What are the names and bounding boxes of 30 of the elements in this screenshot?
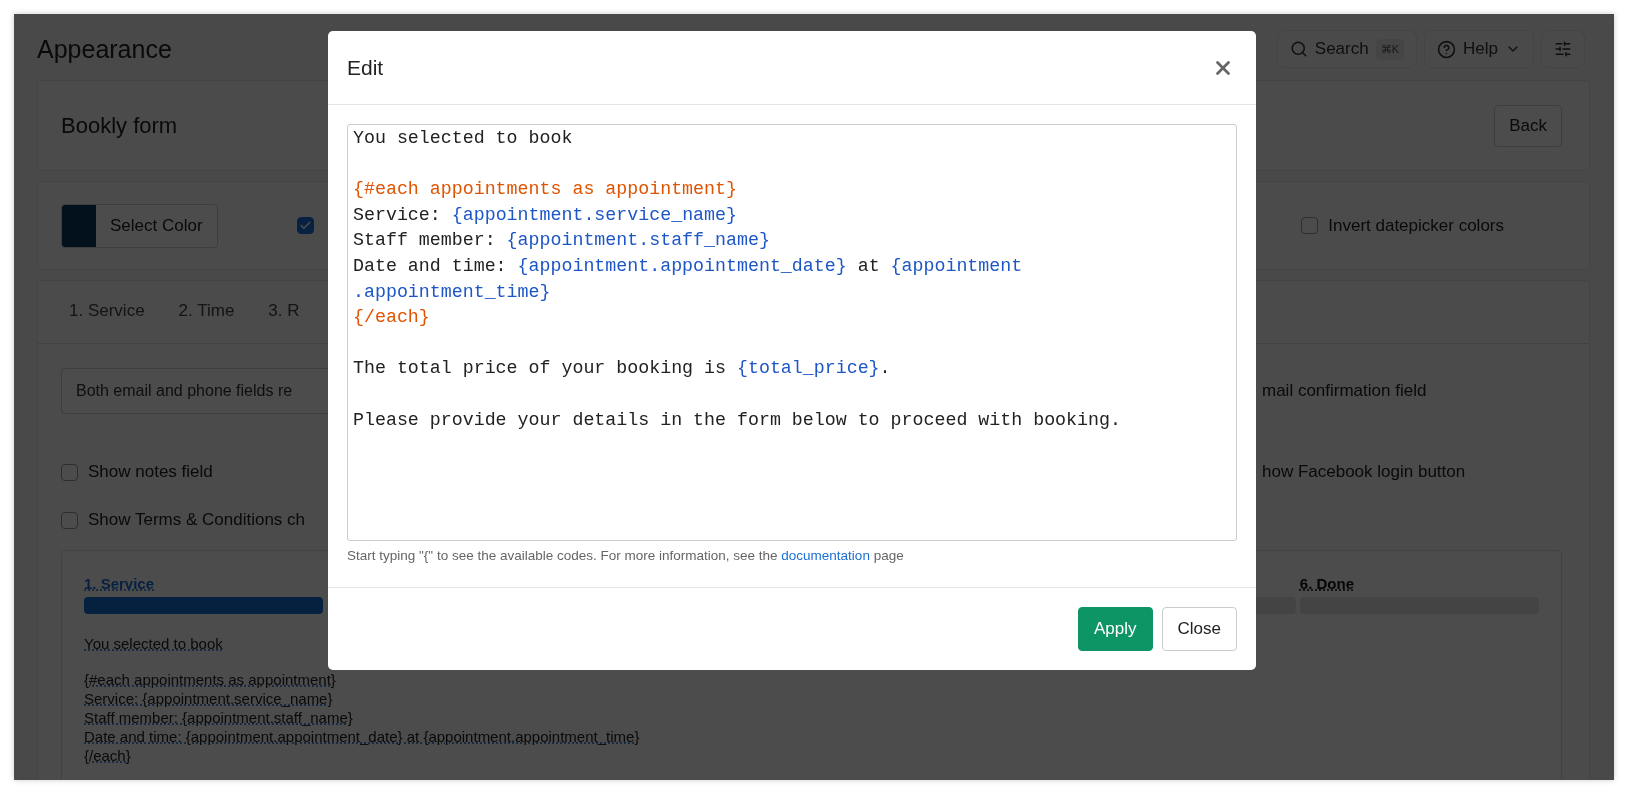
documentation-link[interactable]: documentation	[781, 548, 870, 563]
option-label: mail confirmation field	[1262, 381, 1427, 400]
close-button[interactable]: Close	[1161, 607, 1237, 651]
card-title: Bookly form	[61, 112, 178, 139]
checkbox-label: Show notes field	[88, 462, 213, 482]
option-label: how Facebook login button	[1262, 462, 1466, 481]
editor-line: Please provide your details in the form below to proceed with booking.	[353, 409, 1121, 430]
editor-line: .appointment_time}	[353, 281, 551, 302]
editor-line: {#each appointments as appointment}	[353, 179, 737, 200]
preview-text: Service: {appointment.service_name}	[84, 690, 333, 707]
checkbox-label: Show Terms & Conditions ch	[88, 510, 305, 530]
preview-text: You selected to book	[84, 635, 223, 652]
editor-line: You selected to book	[353, 128, 573, 148]
apply-button[interactable]: Apply	[1078, 607, 1153, 651]
preview-text: {/each}	[84, 747, 131, 764]
editor-line: Date and time: {appointment.appointment_date} at {appointment	[353, 255, 1023, 276]
editor-line: {/each}	[353, 307, 430, 328]
editor-line: Staff member: {appointment.staff_name}	[353, 230, 770, 251]
help-text: Start typing "{" to see the available codes. For more information, see the documentation page	[347, 548, 905, 563]
page-title: Appearance	[37, 34, 172, 64]
editor-line: Service: {appointment.service_name}	[353, 204, 737, 225]
preview-text: {#each appointments as appointment}	[84, 671, 336, 688]
preview-text: Date and time: {appointment.appointment_date} at {appointment.appointment_time}	[84, 728, 640, 745]
dialog-title: Edit	[347, 55, 384, 80]
checkbox-label: Invert datepicker colors	[1328, 215, 1504, 236]
step-label[interactable]: 1. Service	[84, 575, 155, 592]
step-label[interactable]: 6. Done	[1299, 575, 1354, 592]
editor-line: The total price of your booking is {total_price}.	[353, 358, 891, 379]
text-editor[interactable]	[347, 124, 1237, 541]
preview-text: Staff member: {appointment.staff_name}	[84, 709, 353, 726]
